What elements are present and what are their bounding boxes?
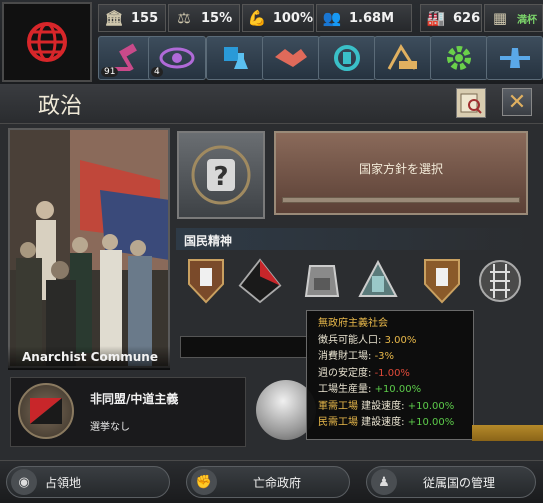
- trade-cycle-icon: [334, 45, 360, 71]
- industry-spirit-icon: [358, 259, 398, 297]
- empty-slot-bar: [180, 336, 310, 358]
- intelligence-badge: 4: [151, 67, 163, 77]
- tooltip-line-stability: 週の安定度: -1.00%: [318, 366, 473, 383]
- tooltip-line-factory-output: 工場生産量: +10.00%: [318, 382, 473, 399]
- spirit-tooltip: 無政府主義社会 徴兵可能人口: 3.00% 消費財工場: -3% 週の安定度: …: [306, 310, 474, 440]
- national-spirits-header: 国民精神: [176, 228, 531, 250]
- fist-shield-icon: [188, 259, 224, 304]
- manpower-icon: 👥: [322, 9, 342, 27]
- trade-button[interactable]: [318, 36, 376, 80]
- chess-pawn-icon: ♟: [371, 469, 397, 495]
- eye-icon: [159, 47, 195, 69]
- tooltip-label: 週の安定度:: [318, 367, 375, 379]
- logistics-button[interactable]: [486, 36, 543, 80]
- map-search-icon: [460, 93, 482, 114]
- factory-spirit-icon: [304, 265, 340, 297]
- fist-icon: ✊: [191, 469, 217, 495]
- factory-icon: 🏭: [426, 9, 446, 27]
- tooltip-key: 民需工場: [318, 417, 358, 428]
- civilian-factory-value: 626: [453, 10, 481, 26]
- ideology-name: 非同盟/中道主義: [90, 392, 179, 406]
- page-title: 政治: [38, 94, 83, 119]
- ideology-icon-button[interactable]: [18, 383, 74, 439]
- close-button[interactable]: ✕: [502, 88, 532, 116]
- handshake-icon: [275, 49, 307, 67]
- civilian-factory-stat[interactable]: 🏭 626: [420, 4, 482, 32]
- arm-icon: 💪: [247, 9, 267, 27]
- anarchist-flag-icon: [30, 398, 62, 424]
- spirit-anarchist-flag[interactable]: [238, 256, 282, 306]
- spirit-railway[interactable]: [478, 256, 522, 306]
- focus-progress-bar: [282, 197, 520, 203]
- gold-highlight-bar: [472, 425, 543, 441]
- election-status: 選挙なし: [90, 422, 130, 433]
- leader-portrait[interactable]: [8, 128, 170, 368]
- tooltip-value: -3%: [374, 351, 395, 362]
- tooltip-value: 3.00%: [384, 334, 417, 346]
- intelligence-button[interactable]: 4: [148, 36, 206, 80]
- occupied-territory-button[interactable]: ◉ 占領地: [6, 466, 170, 498]
- tooltip-title: 無政府主義社会: [318, 318, 388, 329]
- spirit-fist-shield-2[interactable]: [420, 256, 464, 306]
- tooltip-label: 建設速度:: [358, 400, 408, 412]
- anarchist-flag-icon: [238, 258, 282, 304]
- spirit-industry[interactable]: [356, 256, 400, 306]
- tooltip-key: 軍需工場: [318, 400, 358, 412]
- subjects-label: 従属国の管理: [423, 475, 496, 490]
- tooltip-value: -1.00%: [374, 367, 410, 379]
- stability-value: 15%: [201, 10, 233, 26]
- bank-icon: 🏛: [104, 9, 124, 27]
- manage-subjects-button[interactable]: ♟ 従属国の管理: [366, 466, 536, 498]
- stability-stat[interactable]: ⚖ 15%: [168, 4, 240, 32]
- tooltip-label: 消費財工場:: [318, 351, 375, 362]
- svg-text:?: ?: [213, 162, 228, 192]
- gear-icon: [447, 46, 471, 70]
- tooltip-line-civilian-factory: 民需工場 建設速度: +10.00%: [318, 415, 473, 432]
- select-focus-label: 国家方針を選択: [358, 162, 443, 176]
- manpower-value: 1.68M: [349, 10, 395, 26]
- crane-icon: [387, 44, 417, 70]
- tooltip-line-manpower: 徴兵可能人口: 3.00%: [318, 333, 473, 350]
- tooltip-label: 工場生産量:: [318, 384, 375, 395]
- war-support-value: 100%: [272, 10, 313, 26]
- scales-icon: ⚖: [177, 9, 191, 27]
- tooltip-label: 徴兵可能人口:: [318, 334, 385, 346]
- flask-icon: [224, 47, 248, 69]
- railway-icon: [479, 260, 521, 302]
- factory-count-stat[interactable]: 🏛 155: [98, 4, 166, 32]
- spirit-factory[interactable]: [300, 256, 344, 306]
- manpower-stat[interactable]: 👥 1.68M: [316, 4, 412, 32]
- research-button[interactable]: [206, 36, 264, 80]
- tooltip-value: +10.00%: [407, 400, 455, 412]
- map-mode-button[interactable]: [456, 88, 486, 118]
- anarchist-globe-icon: [27, 22, 67, 62]
- government-in-exile-button[interactable]: ✊ 亡命政府: [186, 466, 350, 498]
- country-flag[interactable]: [2, 2, 92, 82]
- close-icon: ✕: [507, 89, 527, 115]
- construction-button[interactable]: [374, 36, 432, 80]
- exile-label: 亡命政府: [253, 475, 302, 490]
- focus-icon-button[interactable]: ?: [177, 131, 265, 219]
- extra-value: 満杯: [517, 14, 537, 26]
- tooltip-label: 建設速度:: [358, 417, 408, 428]
- tooltip-line-consumer-goods: 消費財工場: -3%: [318, 349, 473, 366]
- plane-icon: [499, 48, 530, 68]
- production-button[interactable]: [430, 36, 488, 80]
- diplomacy-button[interactable]: [262, 36, 320, 80]
- crowd-painting-image: [10, 130, 168, 366]
- tooltip-value: +10.00%: [407, 417, 455, 428]
- extra-stat[interactable]: ▦ 満杯: [484, 4, 543, 32]
- occupied-label: 占領地: [45, 475, 82, 490]
- spirit-fist-shield[interactable]: [184, 256, 228, 306]
- question-mark-icon: ?: [191, 145, 251, 205]
- fist-shield-icon: [424, 259, 460, 304]
- tooltip-line-military-factory: 軍需工場 建設速度: +10.00%: [318, 399, 473, 416]
- decisions-badge: 91: [101, 67, 119, 77]
- leader-name: Anarchist Commune: [8, 346, 170, 370]
- occupied-icon: ◉: [11, 469, 37, 495]
- resource-icon: ▦: [492, 9, 508, 27]
- war-support-stat[interactable]: 💪 100%: [242, 4, 314, 32]
- tooltip-value: +10.00%: [374, 384, 422, 395]
- factory-count-value: 155: [131, 10, 159, 26]
